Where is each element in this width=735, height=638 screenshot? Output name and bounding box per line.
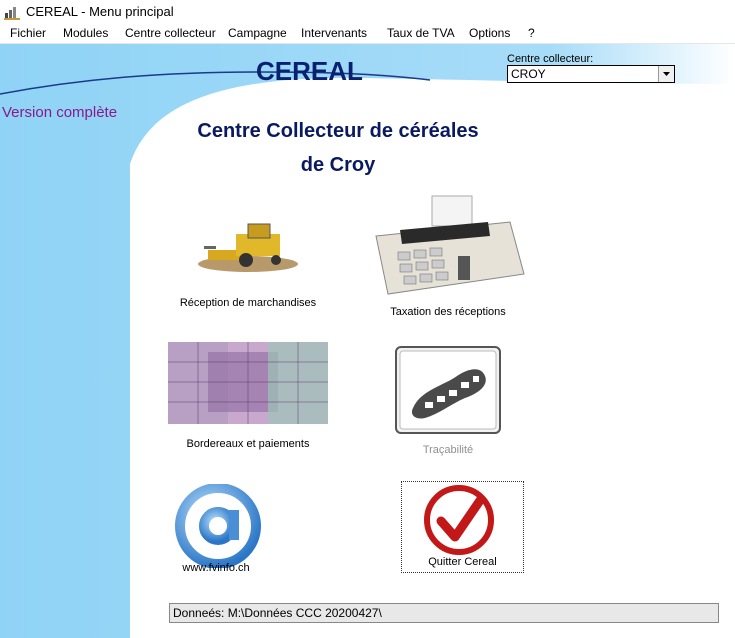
calculator-icon[interactable] <box>370 192 526 296</box>
title-bar: CEREAL - Menu principal <box>0 0 735 24</box>
reception-label[interactable]: Réception de marchandises <box>160 297 336 309</box>
quit-label: Quitter Cereal <box>428 556 497 568</box>
status-bar: Donneés: M:\Données CCC 20200427\ <box>169 603 719 623</box>
menu-fichier[interactable]: Fichier <box>10 26 46 40</box>
tracabilite-label: Traçabilité <box>422 444 474 456</box>
quit-button[interactable]: Quitter Cereal <box>401 481 524 573</box>
menu-taux-tva[interactable]: Taux de TVA <box>387 26 455 40</box>
taxation-label[interactable]: Taxation des réceptions <box>370 306 526 318</box>
collector-label: Centre collecteur: <box>507 53 594 65</box>
menu-campagne[interactable]: Campagne <box>228 26 287 40</box>
cereal-logo: CEREAL <box>256 56 363 86</box>
footprint-icon[interactable] <box>395 346 501 434</box>
version-label: Version complète <box>2 104 118 121</box>
menu-modules[interactable]: Modules <box>63 26 108 40</box>
menu-bar: Fichier Modules Centre collecteur Campag… <box>0 24 735 44</box>
menu-options[interactable]: Options <box>469 26 510 40</box>
combine-harvester-icon[interactable] <box>196 216 300 272</box>
menu-intervenants[interactable]: Intervenants <box>301 26 367 40</box>
banknote-icon[interactable] <box>168 342 328 424</box>
main-panel: CEREAL Version complète Centre collecteu… <box>0 44 735 638</box>
chevron-down-icon[interactable] <box>658 66 674 82</box>
page-subtitle: de Croy <box>300 154 376 176</box>
collector-select[interactable]: CROY <box>507 65 675 83</box>
website-link[interactable]: www.fvinfo.ch <box>160 562 272 574</box>
at-sign-icon[interactable] <box>175 484 261 568</box>
bordereaux-label[interactable]: Bordereaux et paiements <box>160 438 336 450</box>
menu-help[interactable]: ? <box>528 26 535 40</box>
menu-centre-collecteur[interactable]: Centre collecteur <box>125 26 216 40</box>
collector-value: CROY <box>511 67 546 81</box>
cereal-app-icon <box>4 7 20 20</box>
page-title: Centre Collecteur de céréales <box>197 120 479 142</box>
checkmark-icon <box>424 485 494 555</box>
status-text: Donneés: M:\Données CCC 20200427\ <box>173 606 382 620</box>
window-title: CEREAL - Menu principal <box>26 4 174 19</box>
